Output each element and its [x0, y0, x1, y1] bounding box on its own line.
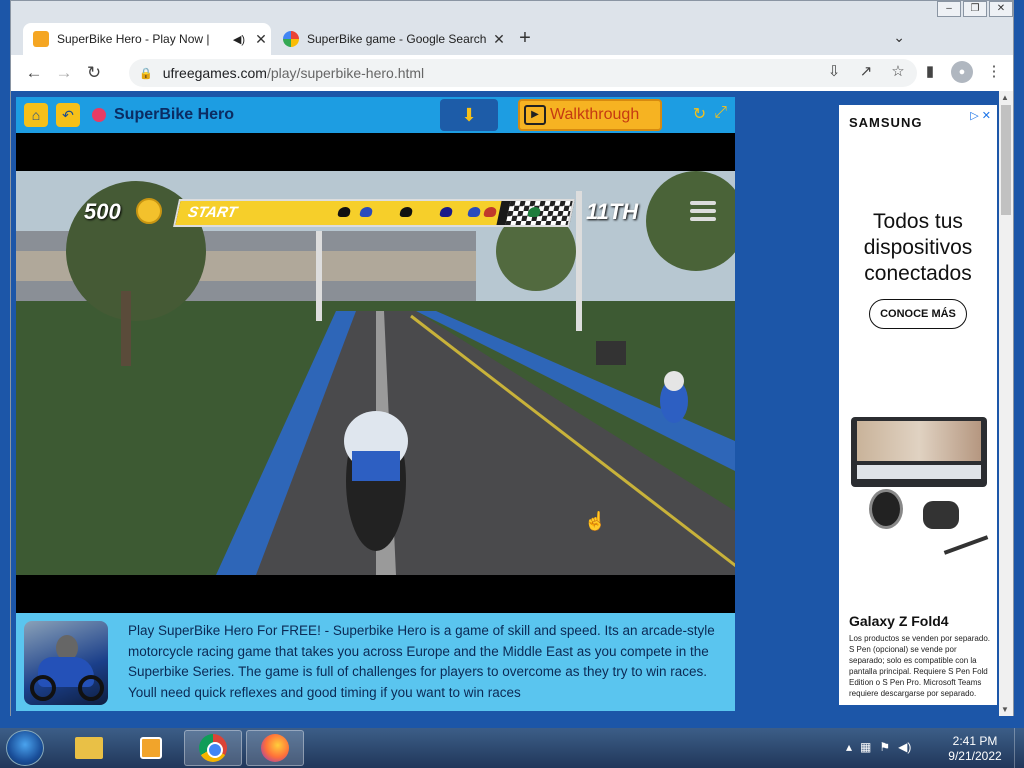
network-icon[interactable]: ▦ — [860, 740, 871, 754]
show-hidden-icons-icon[interactable]: ▴ — [846, 740, 852, 754]
google-favicon-icon — [283, 31, 299, 47]
windows-taskbar: ▴ ▦ ⚑ ◀) 2:41 PM 9/21/2022 — [0, 728, 1024, 768]
bookmark-star-icon[interactable]: ☆ — [887, 61, 909, 83]
game-logo-icon — [92, 108, 106, 122]
earbuds-image — [923, 501, 959, 529]
game-description: Play SuperBike Hero For FREE! - Superbik… — [16, 613, 735, 711]
ad-choices-icon[interactable]: ▷ ✕ — [970, 109, 991, 122]
close-tab-icon[interactable]: ✕ — [489, 31, 509, 48]
action-center-flag-icon[interactable]: ⚑ — [879, 740, 890, 754]
ad-brand-logo: SAMSUNG — [849, 115, 923, 130]
coin-icon — [136, 198, 162, 224]
hamburger-menu-icon[interactable] — [690, 201, 716, 225]
taskbar-media-player[interactable] — [122, 730, 180, 766]
page-content: ⌂ ↶ SuperBike Hero ⬇ ▶ Walkthrough ↻ ⤢ ☝… — [11, 91, 1013, 716]
firefox-icon — [261, 734, 289, 762]
coin-count: 500 — [84, 199, 121, 224]
video-play-icon: ▶ — [524, 105, 546, 125]
ad-fine-print: Los productos se venden por separado. S … — [849, 634, 990, 698]
clock-time: 2:41 PM — [952, 734, 998, 748]
toolbar-icons: ⇩ ↗ ☆ ▮ ● ⋮ — [823, 61, 1005, 83]
scroll-down-icon[interactable]: ▼ — [1001, 705, 1009, 714]
folder-icon — [75, 737, 103, 759]
walkthrough-label: Walkthrough — [550, 106, 640, 123]
close-tab-icon[interactable]: ✕ — [251, 31, 271, 48]
minimize-button[interactable]: – — [937, 1, 961, 17]
side-panel-icon[interactable]: ▮ — [919, 61, 941, 83]
ad-model-name: Galaxy Z Fold4 — [849, 613, 949, 629]
tab-google-search[interactable]: SuperBike game - Google Search ✕ — [273, 23, 509, 55]
game-title: SuperBike Hero — [114, 106, 235, 123]
samsung-ad[interactable]: SAMSUNG ▷ ✕ Todos tus dispositivos conec… — [839, 105, 997, 705]
browser-toolbar: ← → ↻ 🔒 ufreegames.com /play/superbike-h… — [11, 55, 1013, 91]
share-icon[interactable]: ↗ — [855, 61, 877, 83]
description-text: Play SuperBike Hero For FREE! - Superbik… — [128, 623, 715, 700]
tab-bar: SuperBike Hero - Play Now | ◀) ✕ SuperBi… — [11, 17, 1013, 55]
show-desktop-button[interactable] — [1014, 728, 1024, 768]
refresh-game-icon[interactable]: ↻ — [693, 104, 706, 124]
window-controls: – ❐ ✕ — [937, 1, 1013, 17]
tab-title: SuperBike game - Google Search — [307, 32, 487, 46]
taskbar-firefox[interactable] — [246, 730, 304, 766]
tab-search-chevron-icon[interactable]: ⌄ — [893, 29, 905, 46]
stylus-image — [943, 535, 989, 555]
media-player-icon — [140, 737, 162, 759]
scrollbar-thumb[interactable] — [1001, 105, 1011, 215]
game-hud: 500 START 11TH — [16, 183, 735, 243]
ad-cta-button[interactable]: CONOCE MÁS — [869, 299, 967, 329]
back-icon[interactable]: ↶ — [56, 103, 80, 127]
taskbar-explorer[interactable] — [60, 730, 118, 766]
game-favicon-icon — [33, 31, 49, 47]
new-tab-button[interactable]: + — [513, 27, 537, 50]
kebab-menu-icon[interactable]: ⋮ — [983, 61, 1005, 83]
download-button[interactable]: ⬇ — [440, 99, 498, 131]
lock-icon[interactable]: 🔒 — [139, 67, 153, 80]
mouse-pointer-icon: ☝ — [584, 511, 607, 531]
chrome-icon — [199, 734, 227, 762]
scroll-up-icon[interactable]: ▲ — [1001, 93, 1009, 102]
taskbar-chrome[interactable] — [184, 730, 242, 766]
fullscreen-icon[interactable]: ⤢ — [714, 104, 727, 124]
smartwatch-image — [869, 489, 903, 529]
game-header-actions: ↻ ⤢ — [693, 104, 727, 124]
profile-avatar-icon[interactable]: ● — [951, 61, 973, 83]
game-canvas[interactable]: ☝ 500 START 11TH — [16, 133, 735, 613]
walkthrough-button[interactable]: ▶ Walkthrough — [518, 99, 662, 131]
back-arrow-icon[interactable]: ← — [19, 63, 49, 83]
address-bar[interactable]: 🔒 ufreegames.com /play/superbike-hero.ht… — [129, 59, 917, 87]
game-header: ⌂ ↶ SuperBike Hero ⬇ ▶ Walkthrough ↻ ⤢ — [16, 97, 735, 133]
system-tray: ▴ ▦ ⚑ ◀) — [846, 740, 911, 754]
game-thumbnail — [24, 621, 108, 705]
tab-title: SuperBike Hero - Play Now | — [57, 32, 210, 46]
foldable-device-image — [851, 417, 987, 487]
close-window-button[interactable]: ✕ — [989, 1, 1013, 17]
url-path: /play/superbike-hero.html — [266, 65, 425, 81]
page-scrollbar[interactable]: ▲ ▼ — [999, 91, 1013, 716]
browser-window: – ❐ ✕ SuperBike Hero - Play Now | ◀) ✕ S… — [10, 0, 1014, 716]
progress-start-label: START — [186, 204, 239, 221]
reload-icon[interactable]: ↻ — [79, 63, 109, 83]
taskbar-clock[interactable]: 2:41 PM 9/21/2022 — [940, 734, 1010, 764]
install-app-icon[interactable]: ⇩ — [823, 61, 845, 83]
race-progress-bar: START — [173, 199, 575, 227]
race-position: 11TH — [586, 199, 639, 224]
clock-date: 9/21/2022 — [948, 749, 1002, 763]
url-host: ufreegames.com — [162, 65, 267, 81]
ad-headline: Todos tus dispositivos conectados — [863, 210, 973, 285]
tab-superbike-hero[interactable]: SuperBike Hero - Play Now | ◀) ✕ — [23, 23, 271, 55]
volume-icon[interactable]: ◀) — [898, 740, 911, 754]
home-icon[interactable]: ⌂ — [24, 103, 48, 127]
forward-arrow-icon[interactable]: → — [49, 63, 79, 83]
start-button[interactable] — [6, 730, 44, 766]
speaker-icon[interactable]: ◀) — [233, 33, 245, 46]
restore-button[interactable]: ❐ — [963, 1, 987, 17]
